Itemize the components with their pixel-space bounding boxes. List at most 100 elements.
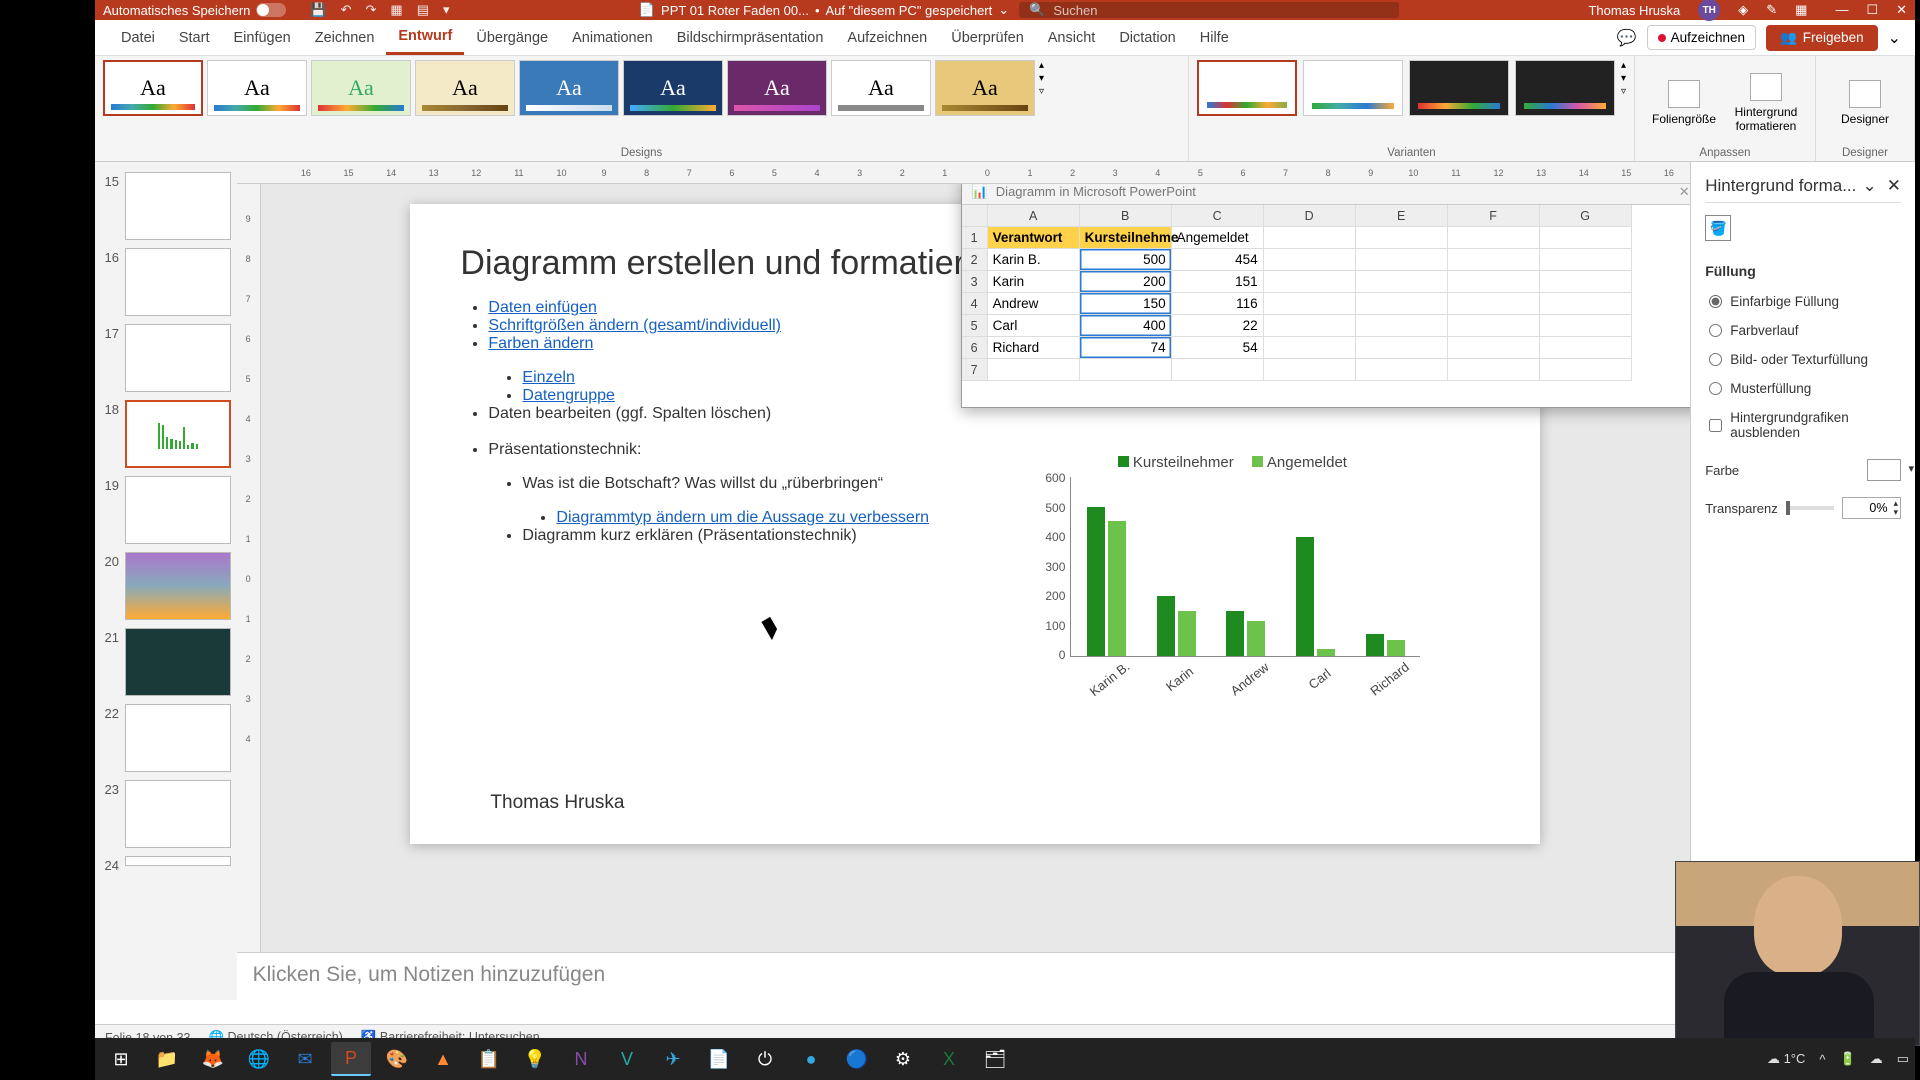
tab-animationen[interactable]: Animationen [560, 22, 665, 54]
slide-thumb-21[interactable] [125, 628, 231, 696]
toggle-icon[interactable] [256, 3, 286, 17]
explorer-icon[interactable]: 📁 [147, 1042, 187, 1076]
tab-bildschirm[interactable]: Bildschirmpräsentation [665, 22, 836, 54]
app-icon[interactable]: 💡 [515, 1042, 555, 1076]
slide-thumb-16[interactable] [125, 248, 231, 316]
document-title[interactable]: 📄 PPT 01 Roter Faden 00... • Auf "diesem… [639, 2, 1009, 18]
transparency-input[interactable]: ▴▾ [1842, 497, 1901, 519]
slide-thumb-20[interactable] [125, 552, 231, 620]
slideshow-icon[interactable]: ▦ [390, 2, 402, 18]
undo-icon[interactable]: ↶ [341, 2, 352, 18]
app-icon[interactable]: 📋 [469, 1042, 509, 1076]
variant-thumb[interactable] [1515, 60, 1615, 116]
slide-thumb-19[interactable] [125, 476, 231, 544]
record-button[interactable]: Aufzeichnen [1647, 25, 1756, 50]
diamond-icon[interactable]: ◈ [1738, 2, 1748, 18]
minimize-button[interactable]: — [1835, 2, 1848, 18]
tab-datei[interactable]: Datei [109, 22, 167, 54]
start-menu-icon[interactable]: ⊞ [101, 1042, 141, 1076]
firefox-icon[interactable]: 🦊 [193, 1042, 233, 1076]
qat-more-icon[interactable]: ▾ [443, 2, 450, 18]
fill-icon[interactable]: 🪣 [1705, 215, 1731, 241]
pen-icon[interactable]: ✎ [1766, 2, 1777, 18]
variant-thumb[interactable] [1409, 60, 1509, 116]
color-picker[interactable] [1867, 459, 1901, 481]
slide-thumb-24[interactable] [125, 856, 231, 866]
app-icon[interactable]: ⏻ [745, 1042, 785, 1076]
close-icon[interactable]: ✕ [1679, 184, 1690, 200]
themes-more-icon[interactable]: ▴▾▿ [1039, 60, 1044, 97]
maximize-button[interactable]: ☐ [1866, 2, 1878, 18]
search-box[interactable]: 🔍 [1019, 2, 1399, 18]
tray-chevron-icon[interactable]: ^ [1819, 1052, 1825, 1067]
theme-thumb[interactable]: Aa [727, 60, 827, 116]
designer-button[interactable]: Designer [1824, 60, 1906, 145]
user-name-label[interactable]: Thomas Hruska [1588, 3, 1680, 18]
new-slide-icon[interactable]: ▤ [417, 2, 429, 18]
excel-icon[interactable]: X [929, 1042, 969, 1076]
variant-thumb[interactable] [1197, 60, 1297, 116]
vlc-icon[interactable]: ▲ [423, 1042, 463, 1076]
app-icon[interactable]: 🗂 [975, 1042, 1015, 1076]
theme-thumb[interactable]: Aa [519, 60, 619, 116]
chart-datasheet[interactable]: 📊 Diagramm in Microsoft PowerPoint ✕ ABC… [961, 184, 1691, 408]
close-icon[interactable]: ✕ [1887, 176, 1901, 196]
tab-dictation[interactable]: Dictation [1107, 22, 1187, 54]
tab-hilfe[interactable]: Hilfe [1188, 22, 1241, 54]
chrome-icon[interactable]: 🌐 [239, 1042, 279, 1076]
app-icon[interactable]: 🎨 [377, 1042, 417, 1076]
app-icon[interactable]: 📄 [699, 1042, 739, 1076]
slide-thumb-15[interactable] [125, 172, 231, 240]
cloud-icon[interactable]: ☁ [1870, 1051, 1883, 1067]
tab-start[interactable]: Start [167, 22, 222, 54]
slide-size-button[interactable]: Foliengröße [1643, 60, 1725, 145]
save-icon[interactable]: 💾 [310, 2, 326, 18]
opt-hide-bg[interactable]: Hintergrundgrafiken ausblenden [1705, 407, 1901, 443]
tab-uebergaenge[interactable]: Übergänge [464, 22, 560, 54]
calendar-icon[interactable]: ▦ [1795, 2, 1807, 18]
slide-thumb-18[interactable] [125, 400, 231, 468]
share-button[interactable]: 👥Freigeben [1766, 25, 1878, 51]
theme-thumb[interactable]: Aa [311, 60, 411, 116]
outlook-icon[interactable]: ✉ [285, 1042, 325, 1076]
tab-ansicht[interactable]: Ansicht [1036, 22, 1108, 54]
chevron-down-icon[interactable]: ⌄ [998, 2, 1009, 18]
slide-thumb-17[interactable] [125, 324, 231, 392]
app-icon[interactable]: V [607, 1042, 647, 1076]
slide-thumbnails-pane[interactable]: 15 16 17 18 19 20 21 22 23 24 [95, 162, 237, 1000]
onenote-icon[interactable]: N [561, 1042, 601, 1076]
notes-pane[interactable]: Klicken Sie, um Notizen hinzuzufügen [237, 952, 1691, 1000]
opt-solid-fill[interactable]: Einfarbige Füllung [1705, 291, 1901, 312]
autosave-toggle[interactable]: Automatisches Speichern [103, 3, 286, 18]
opt-picture-fill[interactable]: Bild- oder Texturfüllung [1705, 349, 1901, 370]
avatar[interactable]: TH [1698, 0, 1720, 21]
theme-thumb[interactable]: Aa [103, 60, 203, 116]
close-button[interactable]: ✕ [1896, 2, 1907, 18]
telegram-icon[interactable]: ✈ [653, 1042, 693, 1076]
embedded-chart[interactable]: Kursteilnehmer Angemeldet 60050040030020… [1030, 454, 1420, 714]
search-input[interactable] [1053, 3, 1389, 18]
weather-widget[interactable]: ☁ 1°C [1767, 1051, 1805, 1067]
transparency-slider[interactable] [1786, 506, 1835, 510]
slide-thumb-22[interactable] [125, 704, 231, 772]
tab-ueberpruefen[interactable]: Überprüfen [939, 22, 1036, 54]
app-tray-icon[interactable]: ▭ [1897, 1051, 1909, 1067]
chevron-down-icon[interactable]: ⌄ [1863, 176, 1877, 196]
theme-thumb[interactable]: Aa [207, 60, 307, 116]
ribbon-collapse-icon[interactable]: ⌄ [1888, 28, 1901, 48]
tab-aufzeichnen[interactable]: Aufzeichnen [835, 22, 939, 54]
theme-thumb[interactable]: Aa [831, 60, 931, 116]
powerpoint-icon[interactable]: P [331, 1042, 371, 1076]
theme-thumb[interactable]: Aa [623, 60, 723, 116]
theme-thumb[interactable]: Aa [415, 60, 515, 116]
battery-icon[interactable]: 🔋 [1840, 1051, 1856, 1067]
tab-einfuegen[interactable]: Einfügen [221, 22, 302, 54]
theme-thumb[interactable]: Aa [935, 60, 1035, 116]
slide-canvas[interactable]: Diagramm erstellen und formatieren Daten… [261, 184, 1691, 952]
variants-more-icon[interactable]: ▴▾▿ [1621, 60, 1626, 97]
comments-icon[interactable]: 💬 [1617, 28, 1637, 48]
tab-zeichnen[interactable]: Zeichnen [303, 22, 387, 54]
format-background-button[interactable]: Hintergrund formatieren [1725, 60, 1807, 145]
redo-icon[interactable]: ↷ [366, 2, 377, 18]
opt-pattern-fill[interactable]: Musterfüllung [1705, 378, 1901, 399]
